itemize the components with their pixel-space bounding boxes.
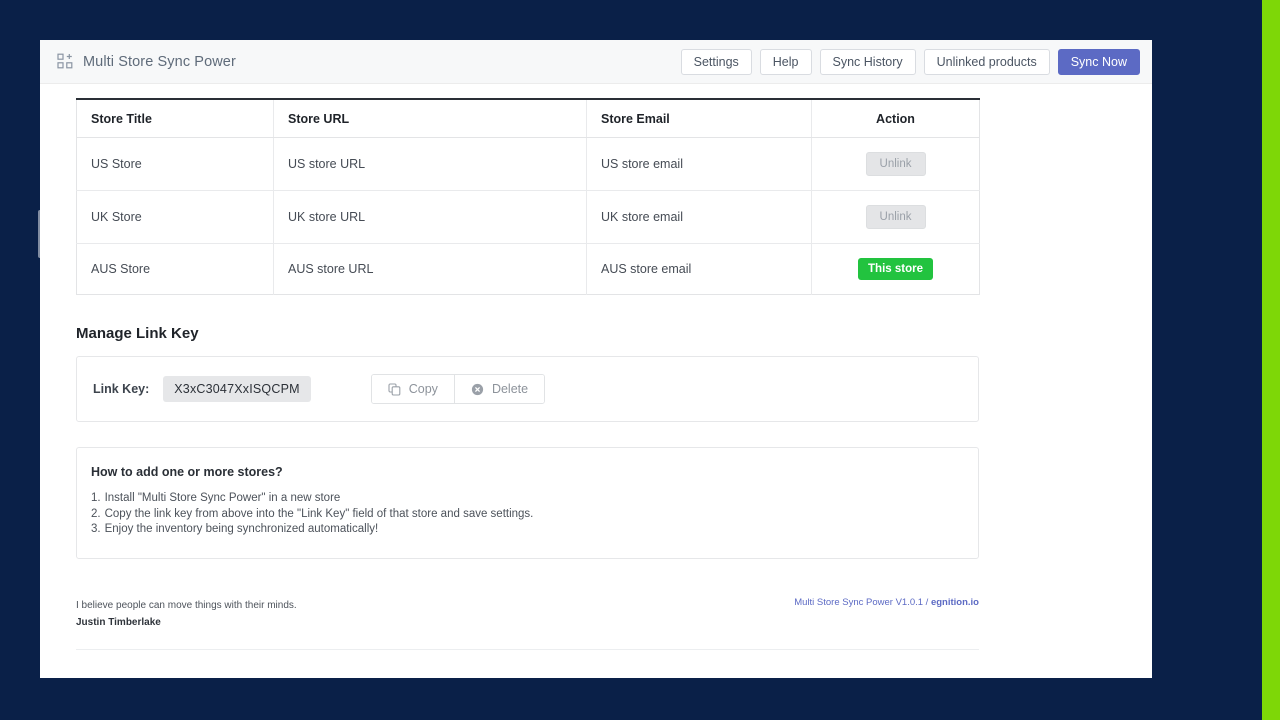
copy-label: Copy xyxy=(409,382,438,396)
cell-store-email: US store email xyxy=(587,138,812,191)
table-header-row: Store Title Store URL Store Email Action xyxy=(77,99,980,138)
list-item: 1. Install "Multi Store Sync Power" in a… xyxy=(91,491,964,507)
app-title: Multi Store Sync Power xyxy=(83,54,236,70)
version-text: Multi Store Sync Power V1.0.1 / xyxy=(794,597,928,608)
cell-store-title: AUS Store xyxy=(77,244,274,295)
copy-button[interactable]: Copy xyxy=(372,375,454,403)
footer-credit: I believe people can move things with th… xyxy=(76,597,979,650)
sync-history-button[interactable]: Sync History xyxy=(820,49,916,75)
table-row: UK Store UK store URL UK store email Unl… xyxy=(77,191,980,244)
this-store-badge: This store xyxy=(858,258,933,280)
copy-icon xyxy=(388,383,401,396)
column-header-store-title: Store Title xyxy=(77,99,274,138)
store-table-head: Store Title Store URL Store Email Action xyxy=(77,99,980,138)
cell-store-title: US Store xyxy=(77,138,274,191)
unlink-button[interactable]: Unlink xyxy=(866,152,926,176)
step-number: 1. xyxy=(91,491,101,507)
help-button[interactable]: Help xyxy=(760,49,812,75)
credit-author: Justin Timberlake xyxy=(76,614,297,631)
cell-action: Unlink xyxy=(812,138,980,191)
sync-now-button[interactable]: Sync Now xyxy=(1058,49,1140,75)
list-item: 3. Enjoy the inventory being synchronize… xyxy=(91,522,964,538)
cell-store-url: UK store URL xyxy=(274,191,587,244)
credit-quote-block: I believe people can move things with th… xyxy=(76,597,297,631)
topbar-actions: Settings Help Sync History Unlinked prod… xyxy=(681,49,1140,75)
cell-store-email: UK store email xyxy=(587,191,812,244)
link-key-value[interactable]: X3xC3047XxISQCPM xyxy=(163,376,310,402)
step-number: 2. xyxy=(91,507,101,523)
link-key-label: Link Key: xyxy=(93,382,149,396)
how-to-panel: How to add one or more stores? 1. Instal… xyxy=(76,447,979,559)
store-table-body: US Store US store URL US store email Unl… xyxy=(77,138,980,295)
column-header-store-email: Store Email xyxy=(587,99,812,138)
link-key-panel: Link Key: X3xC3047XxISQCPM Copy xyxy=(76,356,979,422)
version-info: Multi Store Sync Power V1.0.1 / egnition… xyxy=(794,597,979,608)
app-topbar: Multi Store Sync Power Settings Help Syn… xyxy=(40,40,1152,84)
list-item: 2. Copy the link key from above into the… xyxy=(91,507,964,523)
app-brand: Multi Store Sync Power xyxy=(57,53,236,70)
step-text: Enjoy the inventory being synchronized a… xyxy=(105,522,379,538)
accent-strip-right xyxy=(1262,0,1280,720)
cell-store-email: AUS store email xyxy=(587,244,812,295)
how-to-title: How to add one or more stores? xyxy=(91,465,964,479)
credit-quote: I believe people can move things with th… xyxy=(76,597,297,614)
page-content: Store Title Store URL Store Email Action… xyxy=(40,84,1152,678)
cell-action: Unlink xyxy=(812,191,980,244)
unlink-button[interactable]: Unlink xyxy=(866,205,926,229)
column-header-action: Action xyxy=(812,99,980,138)
column-header-store-url: Store URL xyxy=(274,99,587,138)
cell-store-url: US store URL xyxy=(274,138,587,191)
delete-button[interactable]: Delete xyxy=(454,375,544,403)
manage-link-key-heading: Manage Link Key xyxy=(76,325,1116,342)
cell-action: This store xyxy=(812,244,980,295)
app-window: Multi Store Sync Power Settings Help Syn… xyxy=(40,40,1152,678)
settings-button[interactable]: Settings xyxy=(681,49,752,75)
unlinked-products-button[interactable]: Unlinked products xyxy=(924,49,1050,75)
step-text: Copy the link key from above into the "L… xyxy=(105,507,534,523)
cell-store-title: UK Store xyxy=(77,191,274,244)
step-text: Install "Multi Store Sync Power" in a ne… xyxy=(105,491,341,507)
step-number: 3. xyxy=(91,522,101,538)
link-key-actions: Copy Delete xyxy=(371,374,545,404)
grid-plus-icon xyxy=(57,53,74,70)
delete-circle-icon xyxy=(471,383,484,396)
store-table: Store Title Store URL Store Email Action… xyxy=(76,98,980,295)
table-row: US Store US store URL US store email Unl… xyxy=(77,138,980,191)
cell-store-url: AUS store URL xyxy=(274,244,587,295)
vendor-link[interactable]: egnition.io xyxy=(931,597,979,608)
delete-label: Delete xyxy=(492,382,528,396)
table-row: AUS Store AUS store URL AUS store email … xyxy=(77,244,980,295)
how-to-list: 1. Install "Multi Store Sync Power" in a… xyxy=(91,491,964,538)
